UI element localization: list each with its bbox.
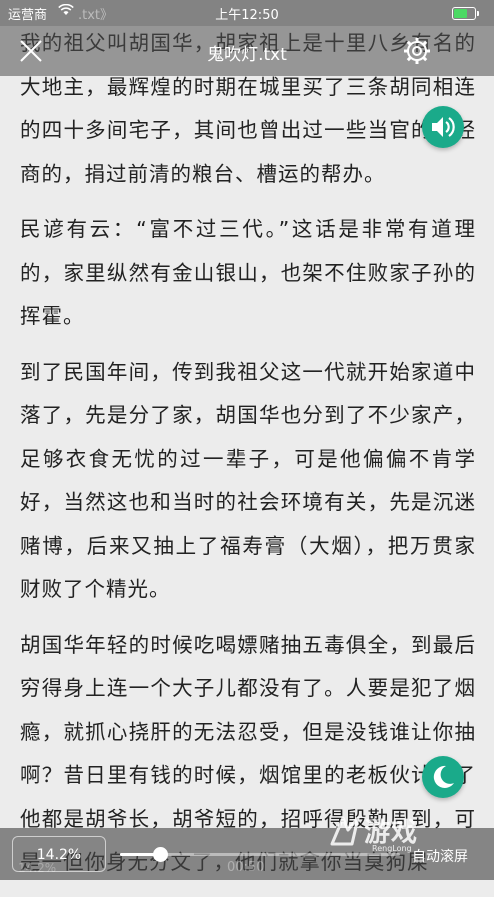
paragraph: 到了民国年间，传到我祖父这一代就开始家道中落了，先是分了家，胡国华也分到了不少家… [20, 359, 476, 602]
status-bar: 运营商 .txt》 上午12:50 [0, 0, 494, 26]
battery-level [454, 9, 468, 18]
battery-icon [452, 7, 479, 20]
night-mode-button[interactable] [422, 756, 464, 798]
watermark-subtext: RengLong [372, 844, 412, 853]
status-time: 上午12:50 [215, 8, 279, 23]
gear-icon [404, 38, 430, 64]
reader-toolbar: 鬼吹灯.txt [0, 26, 494, 76]
logo-icon [330, 816, 360, 846]
battery-tip [477, 11, 479, 16]
moon-icon [433, 765, 454, 788]
paragraph: 民谚有云：“富不过三代。”这话是非常有道理的，家里纵然有金山银山，也架不住败家子… [20, 217, 476, 328]
settings-button[interactable] [402, 36, 432, 66]
site-watermark: 游戏 RengLong [328, 810, 478, 860]
underlay-time: 00:50 [227, 860, 265, 875]
speaker-icon [432, 117, 455, 137]
read-aloud-button[interactable] [422, 106, 464, 148]
progress-thumb[interactable] [152, 847, 168, 862]
reading-content: 我的祖父叫胡国华，胡家祖上是十里八乡有名的大地主，最辉煌的时期在城里买了三条胡同… [20, 22, 476, 897]
underlay-percent: 14.2% [18, 861, 57, 875]
